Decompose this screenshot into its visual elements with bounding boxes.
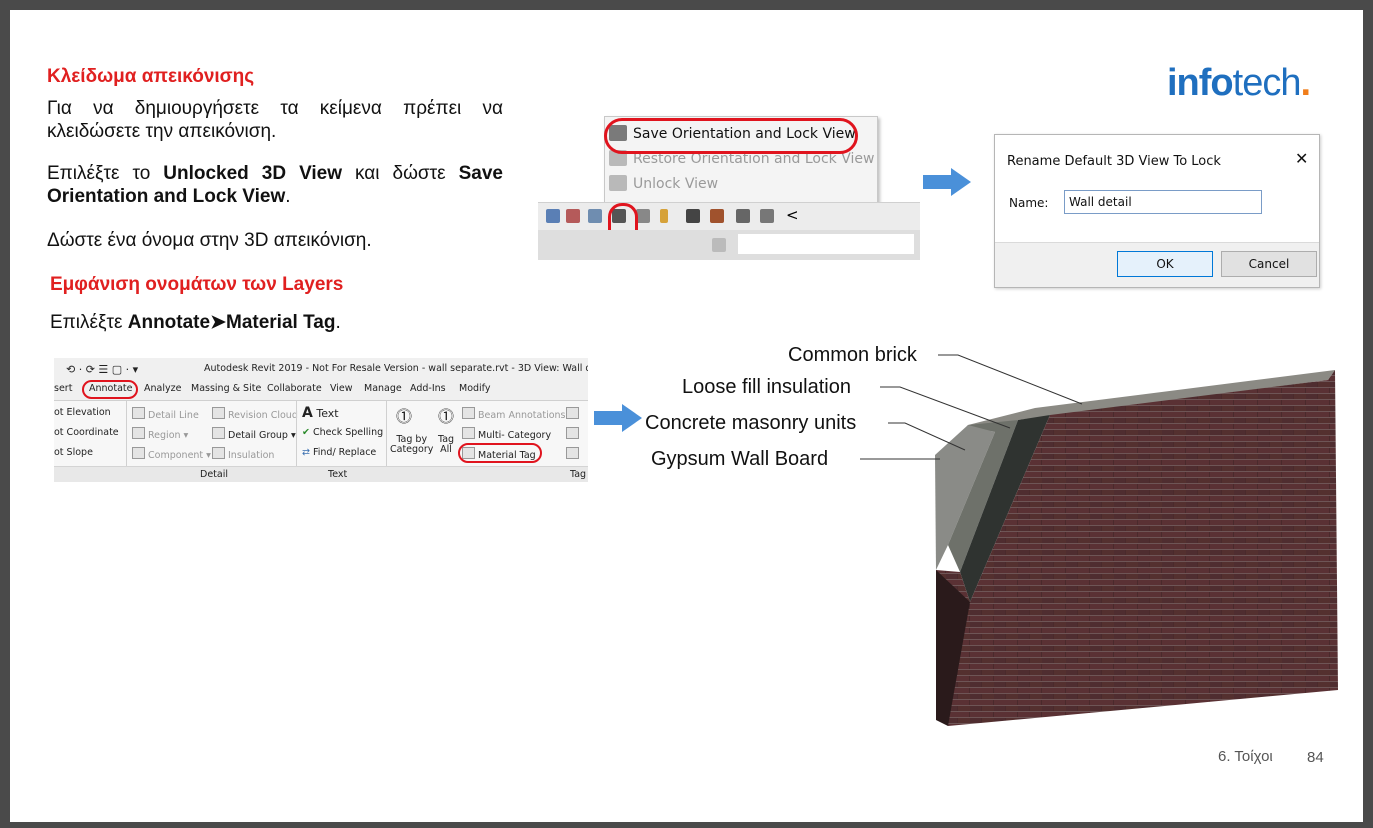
slide: infotech. Κλείδωμα απεικόνισης Για να δη… (10, 10, 1363, 822)
label-leader-lines (860, 354, 1083, 460)
page-number: 84 (1307, 749, 1324, 766)
chapter-label: 6. Τοίχοι (1218, 748, 1273, 765)
